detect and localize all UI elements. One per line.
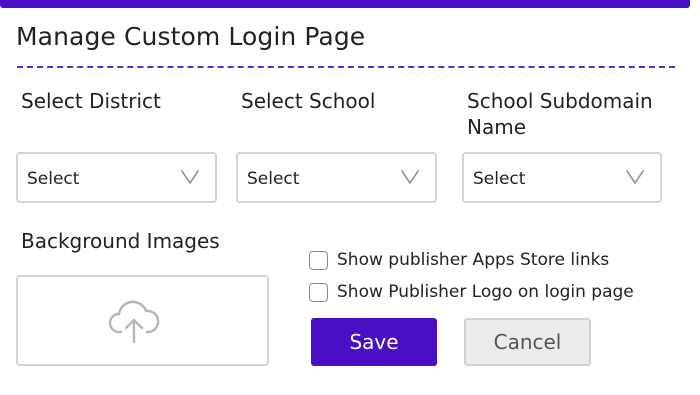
- apps-store-links-label: Show publisher Apps Store links: [337, 250, 610, 270]
- subdomain-label: School Subdomain Name: [467, 89, 653, 139]
- background-images-label: Background Images: [21, 229, 220, 253]
- district-label: Select District: [21, 89, 161, 113]
- subdomain-select[interactable]: Select: [462, 152, 662, 203]
- apps-store-links-checkbox[interactable]: [309, 250, 328, 270]
- school-select[interactable]: Select: [236, 152, 437, 203]
- publisher-logo-label: Show Publisher Logo on login page: [337, 282, 634, 302]
- school-label: Select School: [241, 89, 376, 113]
- title-divider: [17, 66, 675, 68]
- subdomain-select-value: Select: [473, 169, 526, 189]
- chevron-down-icon: [626, 170, 644, 184]
- publisher-logo-option[interactable]: Show Publisher Logo on login page: [309, 281, 634, 303]
- top-accent-bar: [0, 0, 690, 8]
- save-button[interactable]: Save: [311, 318, 437, 366]
- page-title: Manage Custom Login Page: [16, 22, 366, 51]
- school-select-value: Select: [247, 169, 300, 189]
- apps-store-links-option[interactable]: Show publisher Apps Store links: [309, 249, 609, 271]
- cloud-upload-icon: [108, 300, 160, 343]
- background-image-upload[interactable]: [16, 275, 269, 366]
- chevron-down-icon: [181, 170, 199, 184]
- chevron-down-icon: [401, 170, 419, 184]
- cancel-button[interactable]: Cancel: [464, 318, 591, 366]
- district-select-value: Select: [27, 169, 80, 189]
- district-select[interactable]: Select: [16, 152, 217, 203]
- publisher-logo-checkbox[interactable]: [309, 282, 328, 302]
